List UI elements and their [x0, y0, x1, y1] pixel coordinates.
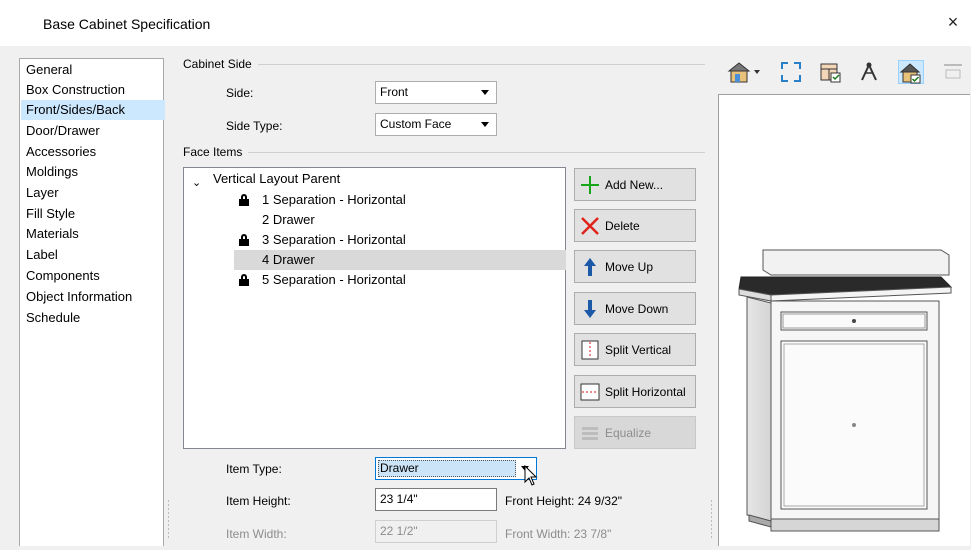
- cabinet-side-group-label: Cabinet Side: [183, 57, 258, 71]
- tree-item-1[interactable]: 1 Separation - Horizontal: [234, 190, 564, 210]
- side-label: Side:: [226, 86, 254, 100]
- move-down-label: Move Down: [605, 302, 669, 316]
- delete-label: Delete: [605, 219, 640, 233]
- category-list[interactable]: General Box Construction Front/Sides/Bac…: [19, 58, 165, 546]
- front-width-label: Front Width: 23 7/8": [505, 527, 611, 541]
- front-height-value: 24 9/32": [577, 494, 623, 508]
- category-fill-style[interactable]: Fill Style: [23, 204, 78, 224]
- tree-item-label: 2 Drawer: [262, 212, 315, 227]
- equalize-button[interactable]: Equalize: [574, 416, 696, 449]
- item-height-label: Item Height:: [226, 494, 291, 508]
- title-bar: Base Cabinet Specification ×: [0, 0, 971, 46]
- category-layer[interactable]: Layer: [23, 183, 62, 203]
- cabinet-3d-preview: [738, 249, 953, 532]
- close-button[interactable]: ×: [942, 10, 964, 34]
- tree-item-label: 5 Separation - Horizontal: [262, 272, 406, 287]
- item-width-field: 22 1/2": [375, 520, 497, 543]
- split-horizontal-label: Split Horizontal: [605, 385, 686, 399]
- cabinet-view-icon[interactable]: [818, 60, 842, 84]
- equalize-icon: [582, 427, 598, 440]
- splitter-grip-right[interactable]: [711, 500, 712, 540]
- mouse-pointer-icon: [524, 465, 538, 486]
- arrow-up-icon: [584, 258, 596, 276]
- add-new-button[interactable]: Add New...: [574, 168, 696, 201]
- chevron-down-icon: [481, 122, 489, 127]
- side-select[interactable]: Front: [375, 81, 497, 104]
- side-type-label: Side Type:: [226, 119, 283, 133]
- delete-button[interactable]: Delete: [574, 209, 696, 242]
- add-new-label: Add New...: [605, 178, 664, 192]
- lock-icon: [239, 194, 249, 206]
- plus-icon: [581, 176, 599, 194]
- house-check-icon[interactable]: [898, 60, 924, 84]
- face-items-divider: [183, 152, 705, 153]
- item-width-label: Item Width:: [226, 527, 287, 541]
- front-width-value: 23 7/8": [573, 527, 612, 541]
- front-height-label: Front Height: 24 9/32": [505, 494, 622, 508]
- split-vertical-label: Split Vertical: [605, 343, 672, 357]
- lock-icon: [239, 274, 249, 286]
- preview-viewport[interactable]: [718, 94, 970, 546]
- chevron-down-icon: [481, 90, 489, 95]
- category-label[interactable]: Label: [23, 245, 61, 265]
- extra-tool-icon[interactable]: [941, 60, 965, 84]
- tree-item-label: 3 Separation - Horizontal: [262, 232, 406, 247]
- category-schedule[interactable]: Schedule: [23, 308, 83, 328]
- category-box-construction[interactable]: Box Construction: [23, 80, 128, 100]
- item-type-select-value: Drawer: [380, 461, 419, 475]
- chevron-down-icon[interactable]: ⌄: [192, 173, 201, 193]
- tree-item-4-selected[interactable]: 4 Drawer: [234, 250, 566, 270]
- tree-root-vertical-layout-parent[interactable]: ⌄ Vertical Layout Parent: [184, 169, 565, 189]
- split-vertical-button[interactable]: Split Vertical: [574, 333, 696, 366]
- equalize-label: Equalize: [605, 426, 652, 440]
- orbit-icon[interactable]: [857, 60, 881, 84]
- item-height-field[interactable]: 23 1/4": [375, 488, 497, 511]
- tree-item-2[interactable]: 2 Drawer: [234, 210, 564, 230]
- tree-item-label: 1 Separation - Horizontal: [262, 192, 406, 207]
- face-items-tree[interactable]: ⌄ Vertical Layout Parent 1 Separation - …: [183, 167, 566, 449]
- category-moldings[interactable]: Moldings: [23, 162, 81, 182]
- category-components[interactable]: Components: [23, 266, 103, 286]
- category-object-information[interactable]: Object Information: [23, 287, 135, 307]
- side-type-select-value: Custom Face: [380, 117, 452, 131]
- item-type-label: Item Type:: [226, 462, 282, 476]
- move-down-button[interactable]: Move Down: [574, 292, 696, 325]
- tree-item-5[interactable]: 5 Separation - Horizontal: [234, 270, 564, 290]
- house-view-dropdown-icon[interactable]: [726, 60, 764, 84]
- category-door-drawer[interactable]: Door/Drawer: [23, 121, 103, 141]
- arrow-down-icon: [584, 300, 596, 318]
- lock-icon: [239, 234, 249, 246]
- category-accessories[interactable]: Accessories: [23, 142, 99, 162]
- split-vertical-icon: [581, 340, 599, 360]
- split-horizontal-button[interactable]: Split Horizontal: [574, 375, 696, 408]
- category-general[interactable]: General: [23, 60, 75, 80]
- split-horizontal-icon: [580, 383, 600, 401]
- front-height-caption: Front Height:: [505, 494, 575, 508]
- front-width-caption: Front Width:: [505, 527, 571, 541]
- face-items-group-label: Face Items: [183, 145, 249, 159]
- category-front-sides-back[interactable]: Front/Sides/Back: [21, 100, 165, 120]
- move-up-button[interactable]: Move Up: [574, 250, 696, 283]
- tree-root-label: Vertical Layout Parent: [213, 171, 341, 186]
- fill-window-icon[interactable]: [779, 60, 803, 84]
- item-type-select[interactable]: Drawer: [375, 457, 537, 480]
- side-select-value: Front: [380, 85, 409, 99]
- tree-item-label: 4 Drawer: [262, 252, 315, 267]
- splitter-grip-left[interactable]: [168, 500, 169, 540]
- side-type-select[interactable]: Custom Face: [375, 113, 497, 136]
- tree-item-3[interactable]: 3 Separation - Horizontal: [234, 230, 564, 250]
- move-up-label: Move Up: [605, 260, 654, 274]
- window-title: Base Cabinet Specification: [43, 16, 211, 32]
- category-materials[interactable]: Materials: [23, 224, 82, 244]
- delete-x-icon: [581, 217, 599, 235]
- cabinet-side-divider: [183, 64, 705, 65]
